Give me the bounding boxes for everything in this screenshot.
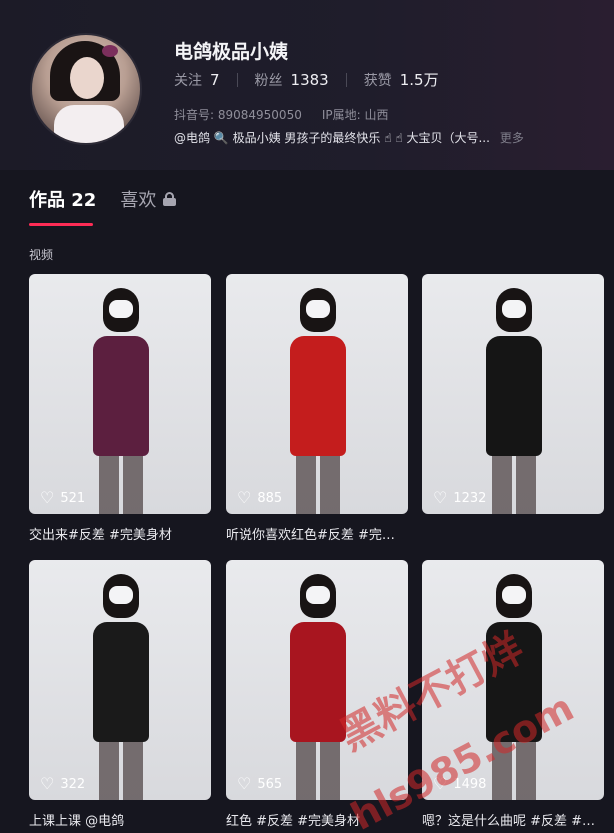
tab-likes-label: 喜欢 — [120, 190, 157, 211]
stat-following[interactable]: 关注 7 — [174, 70, 220, 90]
heart-icon: ♡ — [237, 774, 252, 793]
stat-label: 关注 — [174, 72, 202, 89]
username: 电鸽极品小姨 — [174, 41, 289, 63]
video-thumbnail[interactable]: ♡ 565 — [226, 560, 408, 800]
stat-label: 获赞 — [363, 73, 392, 89]
video-caption[interactable]: 嗯？这是什么曲呢 #反差 #… — [422, 810, 604, 829]
profile-stats: 关注 7 粉丝 1383 获赞 1.5万 — [174, 69, 439, 90]
video-thumbnail[interactable]: ♡ 521 — [29, 274, 211, 514]
like-count-value: 322 — [60, 776, 86, 792]
video-thumbnail[interactable]: ♡ 1498 — [422, 560, 604, 800]
like-count: ♡ 521 — [40, 490, 85, 506]
video-card[interactable]: ♡ 322 上课上课 @电鸽 — [29, 560, 211, 829]
avatar[interactable] — [30, 33, 142, 145]
video-caption[interactable]: 听说你喜欢红色#反差 #完… — [226, 524, 408, 543]
video-card[interactable]: ♡ 565 红色 #反差 #完美身材 — [226, 560, 408, 829]
like-count-value: 565 — [257, 776, 283, 792]
lock-icon — [163, 192, 177, 206]
like-count-value: 885 — [257, 490, 283, 506]
bio-more-link[interactable]: 更多 — [500, 131, 524, 145]
like-count: ♡ 885 — [237, 490, 282, 506]
stat-value: 1383 — [290, 70, 329, 89]
heart-icon: ♡ — [40, 488, 55, 507]
stat-label: 粉丝 — [254, 72, 283, 89]
profile-bio: @电鸽 🔍 极品小姨 男孩子的最终快乐 ☝ ☝ 大宝贝（大号... 更多 — [174, 129, 524, 146]
video-card[interactable]: ♡ 521 交出来#反差 #完美身材 — [29, 274, 211, 543]
like-count: ♡ 1232 — [433, 490, 486, 506]
profile-meta: 抖音号: 89084950050 IP属地: 山西 — [174, 106, 388, 123]
heart-icon: ♡ — [40, 774, 55, 793]
like-count: ♡ 565 — [237, 776, 282, 792]
like-count-value: 1232 — [453, 490, 487, 506]
like-count: ♡ 1498 — [433, 776, 486, 792]
like-count-value: 521 — [60, 490, 86, 506]
video-caption[interactable]: 红色 #反差 #完美身材 — [226, 810, 408, 829]
video-caption[interactable]: 交出来#反差 #完美身材 — [29, 524, 211, 543]
douyin-id: 抖音号: 89084950050 — [174, 108, 302, 122]
heart-icon: ♡ — [237, 488, 252, 507]
heart-icon: ♡ — [433, 774, 448, 793]
bio-text: @电鸽 🔍 极品小姨 男孩子的最终快乐 ☝ ☝ 大宝贝（大号... — [174, 131, 490, 145]
video-card[interactable]: ♡ 1498 嗯？这是什么曲呢 #反差 #… — [422, 560, 604, 829]
divider — [236, 72, 238, 87]
video-card[interactable]: ♡ 1232 — [422, 274, 604, 524]
section-label-videos: 视频 — [29, 248, 54, 262]
like-count-value: 1498 — [453, 776, 487, 792]
tab-likes[interactable]: 喜欢 — [120, 186, 177, 212]
like-count: ♡ 322 — [40, 776, 85, 792]
stat-followers[interactable]: 粉丝 1383 — [255, 70, 329, 90]
stat-likes-received: 获赞 1.5万 — [364, 69, 439, 90]
video-thumbnail[interactable]: ♡ 322 — [29, 560, 211, 800]
video-card[interactable]: ♡ 885 听说你喜欢红色#反差 #完… — [226, 274, 408, 543]
divider — [345, 72, 347, 87]
tab-works[interactable]: 作品 22 — [29, 186, 96, 212]
ip-location: IP属地: 山西 — [321, 108, 389, 122]
active-tab-indicator — [29, 223, 93, 226]
video-thumbnail[interactable]: ♡ 1232 — [422, 274, 604, 514]
heart-icon: ♡ — [433, 488, 448, 507]
video-thumbnail[interactable]: ♡ 885 — [226, 274, 408, 514]
profile-tabs: 作品 22 喜欢 — [29, 186, 177, 212]
video-caption[interactable]: 上课上课 @电鸽 — [29, 810, 211, 829]
stat-value: 1.5万 — [399, 71, 439, 89]
stat-value: 7 — [210, 70, 220, 89]
